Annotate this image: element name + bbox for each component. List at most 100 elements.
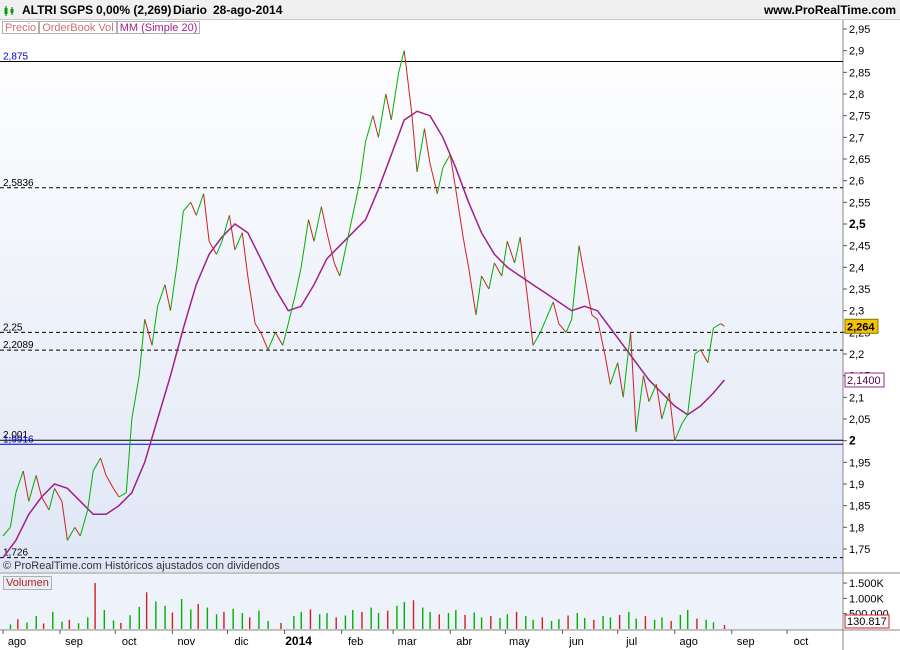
volume-bar: [309, 609, 312, 629]
volume-bar: [525, 616, 527, 629]
volume-bar: [422, 607, 424, 629]
volume-bar: [267, 621, 269, 629]
volume-bar: [532, 619, 534, 629]
volume-bar: [42, 623, 45, 629]
level-label: 2,2089: [3, 340, 34, 351]
volume-bar: [326, 613, 328, 629]
price-tick-label: 2,7: [849, 132, 864, 144]
volume-bar: [602, 616, 604, 629]
volume-bar: [77, 623, 80, 629]
volume-bar: [87, 617, 89, 629]
volume-bar: [249, 617, 251, 629]
volume-tick-label: 1.500K: [849, 578, 885, 590]
volume-bar: [293, 616, 295, 629]
price-tick-label: 1,75: [849, 544, 870, 556]
price-tick-label: 2,6: [849, 176, 864, 188]
volume-bar: [473, 612, 475, 629]
price-tick-label: 2,1: [849, 392, 864, 404]
volume-bar: [171, 612, 174, 629]
volume-bar: [628, 611, 630, 629]
volume-bar: [499, 617, 501, 629]
volume-bar: [558, 619, 560, 629]
volume-bar: [593, 619, 595, 629]
price-tick-label: 2,2: [849, 349, 864, 361]
volume-bar: [280, 622, 282, 629]
price-tick-label: 1,8: [849, 522, 864, 534]
volume-bar: [696, 618, 698, 629]
price-tick-label: 2,5: [849, 217, 866, 231]
copyright-note: © ProRealTime.com Históricos ajustados c…: [3, 560, 280, 572]
volume-bar: [52, 611, 54, 629]
volume-bar: [352, 610, 354, 629]
price-tick-label: 2,65: [849, 154, 870, 166]
time-tick-label: feb: [348, 636, 363, 648]
volume-bar: [567, 615, 569, 629]
volume-last-label: 130.817: [847, 616, 887, 628]
price-tick-label: 1,95: [849, 457, 870, 469]
volume-bar: [412, 600, 415, 629]
volume-bar: [377, 613, 380, 629]
volume-bar: [635, 618, 637, 629]
price-tick-label: 2,3: [849, 306, 864, 318]
volume-bar: [180, 598, 183, 629]
volume-bar: [438, 614, 440, 629]
time-tick-label: jul: [625, 636, 637, 648]
volume-bar: [464, 614, 466, 629]
indicator-legend: Precio OrderBook Vol MM (Simple 20): [2, 21, 201, 34]
time-tick-label: sep: [737, 636, 755, 648]
volume-bar: [515, 611, 518, 629]
level-label: 2,25: [3, 322, 23, 333]
volume-bar: [197, 603, 199, 629]
volume-bar: [723, 624, 726, 629]
volume-bar: [576, 613, 578, 629]
time-tick-label: oct: [794, 636, 809, 648]
volume-bar: [455, 610, 457, 629]
time-tick-label: ago: [680, 636, 698, 648]
volume-bar: [644, 616, 647, 629]
volume-bar: [26, 622, 28, 629]
volume-bar: [206, 607, 209, 629]
volume-bar: [318, 614, 321, 629]
price-axis: 2,95 2,9 2,85 2,8 2,75 2,7 2,65 2,6 2,55 2,5 2,45 2…: [843, 24, 870, 556]
volume-bar: [480, 617, 483, 629]
price-tick-label: 2,35: [849, 284, 870, 296]
price-tick-label: 2,75: [849, 111, 870, 123]
legend-ma[interactable]: MM (Simple 20): [116, 21, 201, 34]
volume-axis: 1.500K1.000K500.000: [843, 578, 889, 621]
volume-bar: [541, 617, 544, 629]
current-ma-label: 2,1400: [847, 375, 881, 387]
volume-bar: [9, 624, 12, 629]
volume-bar: [429, 611, 431, 629]
time-tick-label: 2014: [285, 634, 312, 648]
volume-bar: [387, 610, 389, 629]
volume-bar: [103, 610, 106, 629]
price-tick-label: 2,45: [849, 241, 870, 253]
volume-bar: [223, 611, 225, 629]
volume-tick-label: 1.000K: [849, 593, 885, 605]
volume-bar: [506, 614, 509, 629]
volume-bar: [705, 619, 707, 629]
price-tick-label: 2,95: [849, 24, 870, 36]
time-tick-label: abr: [456, 636, 472, 648]
time-tick-label: may: [509, 636, 530, 648]
volume-bar: [258, 610, 260, 629]
time-tick-label: jun: [568, 636, 584, 648]
volume-bar: [145, 592, 148, 629]
price-tick-label: 2,85: [849, 67, 870, 79]
volume-bar: [120, 622, 122, 629]
current-price-label: 2,264: [847, 321, 875, 333]
volume-bar: [687, 610, 689, 629]
volume-label[interactable]: Volumen: [3, 576, 52, 590]
volume-bar: [679, 614, 682, 629]
volume-bar: [396, 605, 398, 629]
legend-orderbook[interactable]: OrderBook Vol: [39, 21, 117, 34]
volume-bar: [241, 613, 244, 629]
price-tick-label: 2: [849, 434, 856, 448]
volume-bar: [155, 601, 157, 629]
legend-price[interactable]: Precio: [2, 21, 40, 34]
volume-panel-background: [0, 574, 843, 630]
level-label: 1,9916: [3, 434, 34, 445]
volume-bar: [17, 619, 19, 629]
volume-bar: [129, 615, 131, 629]
time-tick-label: oct: [122, 636, 137, 648]
